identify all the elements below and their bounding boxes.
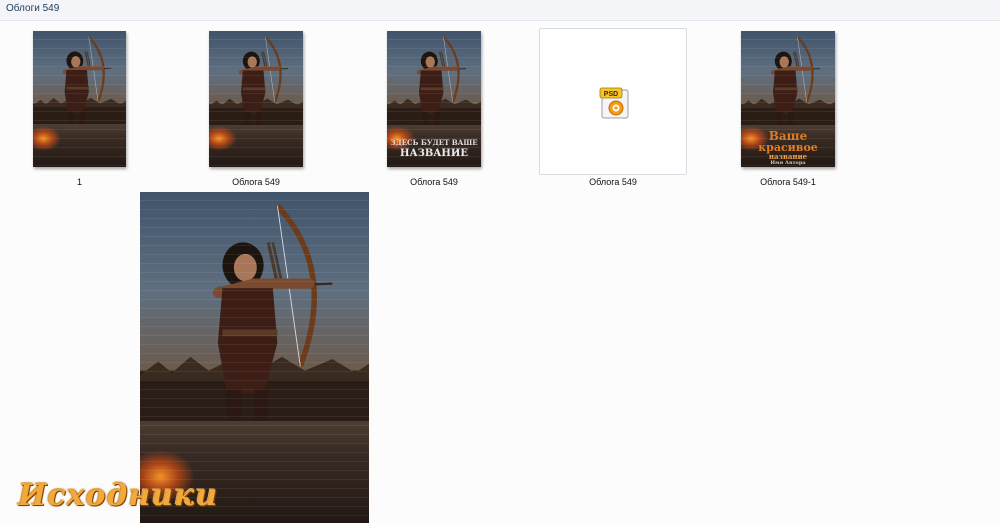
window-titlebar: Облоги 549 xyxy=(0,0,1000,21)
fire-glow xyxy=(209,126,238,151)
cover-title-line-2: НАЗВАНИЕ xyxy=(400,148,468,159)
archer-image xyxy=(387,31,481,125)
file-label-5: Облога 549-1 xyxy=(760,177,816,187)
photoshop-psd-icon: PSD xyxy=(599,87,629,119)
archer-image xyxy=(209,31,303,125)
watermark-logo: Исходники xyxy=(18,478,219,513)
cover-author: Имя Автора xyxy=(770,160,806,166)
file-thumbnail-5[interactable]: Ваше красивое название Имя Автора xyxy=(741,31,835,167)
file-thumbnail-3[interactable]: ЗДЕСЬ БУДЕТ ВАШЕ НАЗВАНИЕ xyxy=(387,31,481,167)
archer-image xyxy=(33,31,126,124)
folder-title: Облоги 549 xyxy=(6,3,60,14)
file-label-1: 1 xyxy=(76,177,82,187)
svg-text:PSD: PSD xyxy=(604,91,618,98)
cover-title-line-1: ЗДЕСЬ БУДЕТ ВАШЕ xyxy=(390,138,478,147)
file-thumbnail-1[interactable] xyxy=(33,31,126,167)
large-preview-image xyxy=(140,192,369,523)
file-tile-psd[interactable]: PSD xyxy=(539,28,687,175)
file-label-2: Облога 549 xyxy=(232,177,280,187)
file-thumbnail-2[interactable] xyxy=(209,31,303,167)
archer-image xyxy=(140,192,369,421)
fire-glow xyxy=(33,126,61,151)
file-label-3: Облога 549 xyxy=(410,177,458,187)
archer-image xyxy=(741,31,835,125)
file-label-4: Облога 549 xyxy=(589,177,637,187)
